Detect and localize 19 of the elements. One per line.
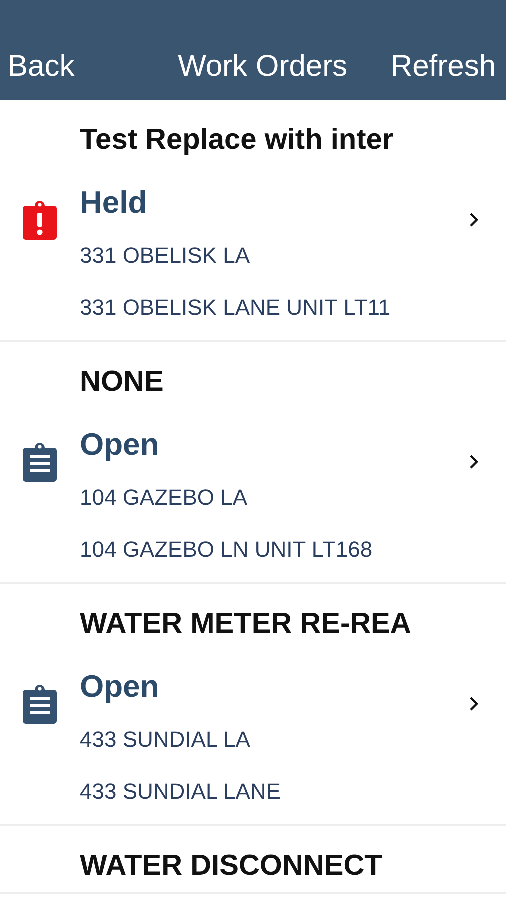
work-order-title: WATER METER RE-REA [80, 607, 412, 642]
work-order-status: Open [80, 426, 160, 464]
chevron-right-icon[interactable] [469, 696, 479, 712]
refresh-button[interactable]: Refresh [390, 50, 496, 84]
location-address: 104 GAZEBO LA [80, 484, 249, 512]
work-order-status: Held [80, 184, 148, 222]
service-address: 433 SUNDIAL LANE [80, 778, 282, 806]
service-address: 104 GAZEBO LN UNIT LT168 [80, 536, 374, 564]
service-address: 331 OBELISK LANE UNIT LT11 [80, 294, 392, 322]
work-order-title: WATER DISCONNECT [80, 849, 384, 884]
work-order-status: Open [80, 668, 160, 706]
work-order-title: Test Replace with inter [80, 123, 395, 158]
back-button[interactable]: Back [8, 50, 75, 84]
chevron-right-icon[interactable] [469, 212, 479, 228]
work-order-title: NONE [80, 365, 165, 400]
page-title: Work Orders [178, 50, 348, 84]
location-address: 433 SUNDIAL LA [80, 726, 252, 754]
location-address: 331 OBELISK LA [80, 242, 251, 270]
chevron-right-icon[interactable] [469, 454, 479, 470]
